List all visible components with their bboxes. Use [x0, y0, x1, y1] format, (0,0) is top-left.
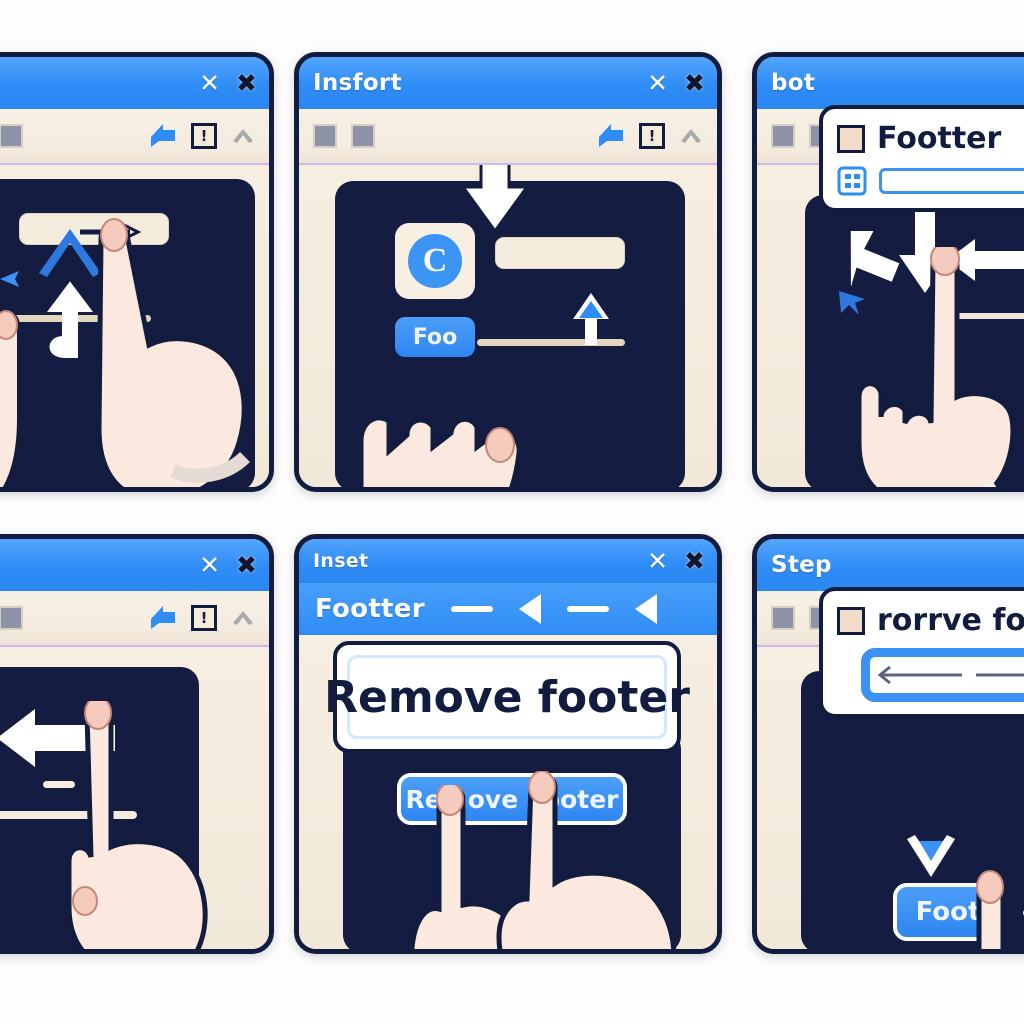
panel-1-window-buttons[interactable]: ✕ ✖ [199, 71, 257, 96]
subbar-title: Footter [315, 594, 425, 624]
close-icon[interactable]: ✕ [647, 71, 668, 96]
panel-5-window[interactable]: Inset ✕ ✖ Footter Remove footer Remove F… [294, 534, 722, 954]
input-bar[interactable] [495, 237, 625, 269]
toolbar-right-group: ! [149, 603, 257, 633]
arrow-flag-icon[interactable] [597, 121, 627, 151]
footer-checkbox-label: Footter [877, 121, 1002, 156]
toolbar-right-group: ! [597, 121, 705, 151]
toolbar-square-icon[interactable] [0, 124, 23, 148]
toolbar-square-icon[interactable] [351, 124, 375, 148]
panel-3-window[interactable]: bot Footter [752, 52, 1024, 492]
callout-inner-frame: Remove footer [324, 655, 690, 739]
hand-pointer [351, 323, 591, 487]
remove-footer-popup[interactable]: rorrve fotter [819, 587, 1024, 718]
dash-icon [566, 606, 609, 612]
toolbar-left-group [0, 606, 23, 630]
panel-4-content [0, 647, 269, 949]
panel-5-window-buttons[interactable]: ✕ ✖ [647, 549, 705, 574]
toolbar-square-icon[interactable] [313, 124, 337, 148]
panel-6-title: Step [771, 552, 832, 578]
close-icon[interactable]: ✕ [199, 553, 220, 578]
panel-1-toolbar: ! [0, 109, 269, 165]
letter-c-icon: C [408, 234, 462, 288]
panel-4-toolbar: ! [0, 591, 269, 647]
remove-footer-checkbox-label: rorrve fotter [877, 603, 1024, 638]
triangle-left-icon[interactable] [518, 594, 541, 624]
popup-field-row[interactable] [837, 648, 1024, 702]
hand-pointer [957, 847, 1024, 949]
diamond-chevron-down-icon [903, 833, 959, 885]
pin-icon[interactable]: ✖ [684, 71, 705, 96]
panel-3-titlebar: bot [757, 57, 1024, 109]
dash-icon [450, 606, 493, 612]
close-icon[interactable]: ✕ [647, 549, 668, 574]
panel-5-title: Inset [313, 550, 369, 572]
toolbar-left-group [313, 124, 375, 148]
pin-icon[interactable]: ✖ [236, 71, 257, 96]
alert-box-icon[interactable]: ! [639, 123, 665, 149]
left-arrow-dashed-icon [877, 665, 1024, 685]
remove-footer-text-input[interactable] [861, 648, 1024, 702]
pin-icon[interactable]: ✖ [236, 553, 257, 578]
hand-pointer-right [77, 213, 269, 487]
panel-6-titlebar: Step [757, 539, 1024, 591]
panel-5-titlebar: Inset ✕ ✖ [299, 539, 717, 583]
toolbar-square-icon[interactable] [0, 606, 23, 630]
icon-tile[interactable]: C [395, 223, 475, 299]
chevron-up-icon[interactable] [229, 124, 257, 148]
panel-4-window-buttons[interactable]: ✕ ✖ [199, 553, 257, 578]
grid-icon[interactable] [837, 166, 867, 196]
alert-box-icon[interactable]: ! [191, 605, 217, 631]
illustration-grid: ✕ ✖ ! Insfort ✕ ✖ ! C Foo bot Footter ✕ … [0, 0, 1024, 1024]
footer-popup[interactable]: Footter [819, 105, 1024, 212]
popup-checkbox-row[interactable]: Footter [837, 121, 1024, 156]
panel-2-window[interactable]: Insfort ✕ ✖ ! C Foo [294, 52, 722, 492]
toolbar-left-group [0, 124, 23, 148]
callout-text: Remove footer [324, 671, 690, 723]
panel-2-content: C Foo [299, 165, 717, 487]
popup-checkbox-row[interactable]: rorrve fotter [837, 603, 1024, 638]
panel-2-title: Insfort [313, 70, 402, 96]
hand-pointer-left [0, 269, 57, 487]
panel-5-content: Remove footer Remove Footer [299, 635, 717, 949]
footer-text-input[interactable] [879, 168, 1024, 194]
panel-1-titlebar: ✕ ✖ [0, 57, 269, 109]
chevron-up-icon[interactable] [229, 606, 257, 630]
panel-1-content [0, 165, 269, 487]
panel-4-window[interactable]: ✕ ✖ ! [0, 534, 274, 954]
panel-1-window[interactable]: ✕ ✖ ! [0, 52, 274, 492]
panel-2-window-buttons[interactable]: ✕ ✖ [647, 71, 705, 96]
panel-6-window[interactable]: Step Foot rorrve fo [752, 534, 1024, 954]
panel-5-subbar: Footter [299, 583, 717, 635]
panel-2-toolbar: ! [299, 109, 717, 165]
close-icon[interactable]: ✕ [199, 71, 220, 96]
footer-checkbox[interactable] [837, 124, 865, 153]
toolbar-square-icon[interactable] [771, 124, 795, 148]
alert-box-icon[interactable]: ! [191, 123, 217, 149]
toolbar-right-group: ! [149, 121, 257, 151]
hand-pointer [51, 701, 269, 949]
panel-3-title: bot [771, 70, 816, 96]
hand-pointer [815, 247, 1024, 487]
remove-footer-checkbox[interactable] [837, 606, 865, 635]
toolbar-square-icon[interactable] [771, 606, 795, 630]
panel-3-content [757, 165, 1024, 487]
arrow-flag-icon[interactable] [149, 121, 179, 151]
panel-4-titlebar: ✕ ✖ [0, 539, 269, 591]
pin-icon[interactable]: ✖ [684, 549, 705, 574]
chevron-up-icon[interactable] [677, 124, 705, 148]
remove-footer-callout: Remove footer [324, 641, 690, 753]
panel-2-titlebar: Insfort ✕ ✖ [299, 57, 717, 109]
arrow-flag-icon[interactable] [149, 603, 179, 633]
popup-field-row[interactable] [837, 166, 1024, 196]
hand-pointer-right [485, 771, 715, 949]
triangle-left-icon[interactable] [634, 594, 657, 624]
